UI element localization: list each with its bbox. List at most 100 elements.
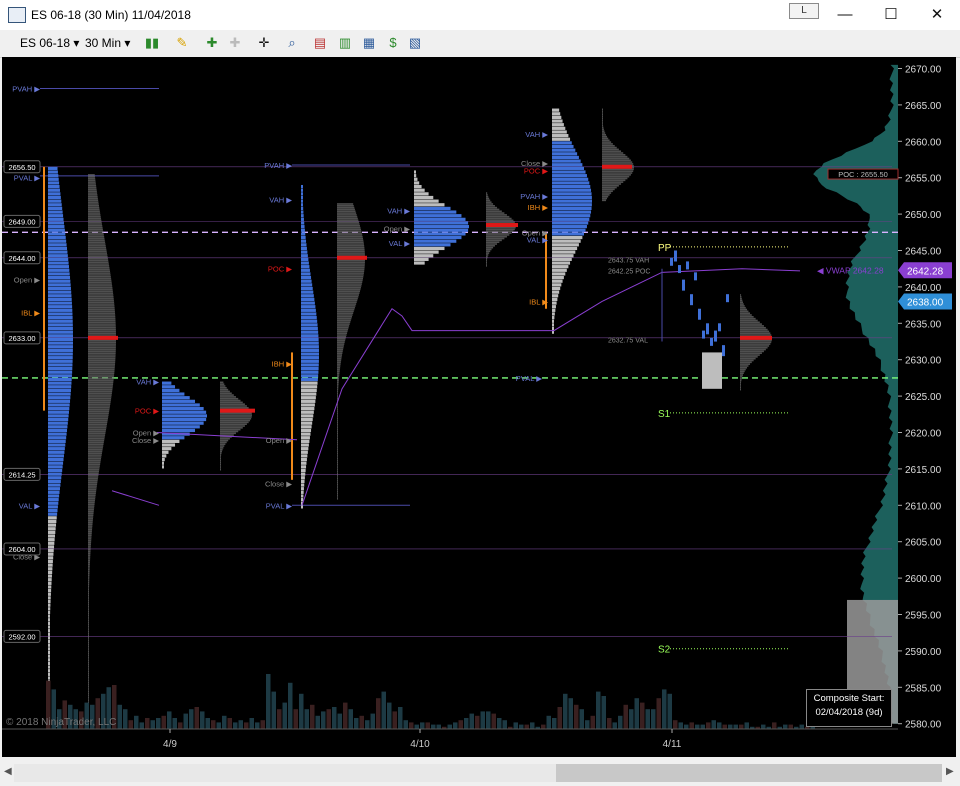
volume-profile: [337, 206, 355, 209]
volume-profile: [88, 596, 89, 598]
tpo-profile-s1: [48, 396, 71, 400]
vah-label: VAH ▶: [269, 196, 293, 205]
indicators-icon[interactable]: ▥: [336, 35, 354, 51]
volume-profile: [486, 201, 492, 203]
chart-panel[interactable]: PP S1 S2 PVAH ▶ PVAL ▶ POC ▶ IBL ▶ Open ▶ Close …: [2, 57, 956, 757]
scroll-right-icon[interactable]: ▶: [946, 766, 954, 777]
tpo-profile-s1: [48, 301, 72, 305]
strategies-icon[interactable]: ▦: [360, 35, 378, 51]
minimize-button[interactable]: —: [822, 0, 868, 30]
tpo-profile-s5: [552, 199, 592, 203]
tpo-profile-s1: [48, 476, 62, 480]
link-button[interactable]: L: [789, 3, 819, 19]
volume-profile: [88, 183, 96, 185]
volume-profile: [602, 110, 603, 112]
tpo-profile-s3: [301, 199, 303, 203]
volume-profile: [88, 481, 98, 484]
volume-profile: [88, 534, 92, 537]
price-bar: [722, 345, 725, 357]
volume-profile: [337, 235, 363, 238]
bar-type-icon[interactable]: ▮▮: [143, 35, 161, 51]
tpo-profile-s3: [301, 381, 318, 385]
volume-profile: [88, 381, 114, 384]
drawing-tools-icon[interactable]: ✎: [173, 35, 191, 51]
price-tick-label: 2600.00: [905, 574, 942, 585]
volume-profile: [88, 563, 90, 566]
chart-canvas[interactable]: PP S1 S2 PVAH ▶ PVAL ▶ POC ▶ IBL ▶ Open ▶ Close …: [2, 57, 956, 757]
tpo-profile-s4: [414, 250, 439, 254]
maximize-button[interactable]: ☐: [868, 0, 914, 30]
volume-profile: [220, 456, 221, 458]
volume-profile: [88, 590, 89, 593]
volume-profile: [88, 530, 92, 533]
tpo-profile-s1: [48, 254, 68, 258]
volume-profile: [337, 430, 338, 433]
volume-profile: [88, 434, 106, 436]
tpo-profile-s1: [48, 578, 52, 582]
volume-profile: [337, 394, 338, 396]
volume-profile: [88, 528, 93, 531]
tpo-profile-s3: [301, 337, 319, 342]
horizontal-scrollbar[interactable]: ◀ ▶: [0, 760, 960, 786]
volume-profile: [88, 594, 89, 597]
volume-profile: [88, 658, 89, 660]
volume-profile: [88, 230, 104, 233]
volume-profile: [337, 250, 365, 253]
tpo-profile-s5: [552, 250, 576, 254]
tpo-profile-s1: [48, 235, 66, 240]
volume-profile: [337, 445, 338, 447]
volume-bar: [172, 718, 177, 729]
tpo-profile-s5: [552, 126, 566, 130]
volume-bar: [359, 715, 364, 729]
scroll-thumb[interactable]: [556, 764, 942, 782]
dollar-icon[interactable]: $: [384, 35, 402, 51]
vah-label: VAH ▶: [525, 130, 549, 139]
volume-profile: [88, 579, 90, 582]
global-draw-icon[interactable]: ✚: [226, 35, 244, 51]
watermark: © 2018 NinjaTrader, LLC: [6, 717, 116, 728]
chart-trader-icon[interactable]: ▤: [311, 35, 329, 51]
tpo-profile-s3: [301, 352, 319, 356]
volume-profile: [337, 488, 338, 491]
volume-profile: [337, 234, 363, 236]
volume-profile: [337, 230, 362, 233]
zoom-icon[interactable]: ⌕: [283, 35, 301, 51]
level-value: 2649.00: [8, 217, 35, 226]
volume-profile: [88, 326, 116, 329]
volume-profile: [88, 245, 106, 247]
close-label: Close ▶: [132, 436, 160, 445]
volume-profile: [88, 592, 89, 595]
volume-bar: [150, 720, 155, 729]
close-button[interactable]: ✕: [914, 0, 960, 30]
tpo-profile-s1: [48, 250, 68, 254]
tpo-profile-s3: [301, 312, 317, 316]
volume-profile: [337, 239, 364, 242]
properties-icon[interactable]: ▧: [406, 35, 424, 51]
volume-bar: [684, 724, 689, 729]
volume-profile: [337, 288, 361, 291]
pin-tool-icon[interactable]: ✚: [203, 35, 221, 51]
volume-profile: [486, 248, 492, 251]
instrument-selector[interactable]: ES 06-18 ▾: [20, 34, 79, 52]
tpo-profile-s1: [48, 399, 71, 403]
tpo-profile-s5: [552, 221, 589, 225]
interval-selector[interactable]: 30 Min ▾: [85, 34, 130, 52]
volume-profile: [88, 308, 115, 311]
volume-bar: [354, 718, 359, 729]
window-title: ES 06-18 (30 Min) 11/04/2018: [31, 8, 191, 22]
tpo-profile-s1: [48, 217, 64, 221]
scroll-left-icon[interactable]: ◀: [4, 766, 12, 777]
val-price-label: 2632.75 VAL: [608, 338, 648, 345]
tpo-profile-s1: [48, 275, 71, 280]
volume-bar: [673, 720, 678, 729]
volume-profile: [88, 296, 114, 298]
volume-profile: [337, 370, 340, 373]
volume-profile: [337, 481, 338, 484]
volume-profile: [337, 470, 338, 473]
volume-profile: [88, 654, 89, 657]
crosshair-icon[interactable]: ✛: [255, 35, 273, 51]
tpo-profile-s1: [48, 647, 50, 651]
volume-profile: [88, 574, 90, 577]
volume-profile: [740, 305, 745, 307]
volume-profile: [337, 226, 361, 229]
